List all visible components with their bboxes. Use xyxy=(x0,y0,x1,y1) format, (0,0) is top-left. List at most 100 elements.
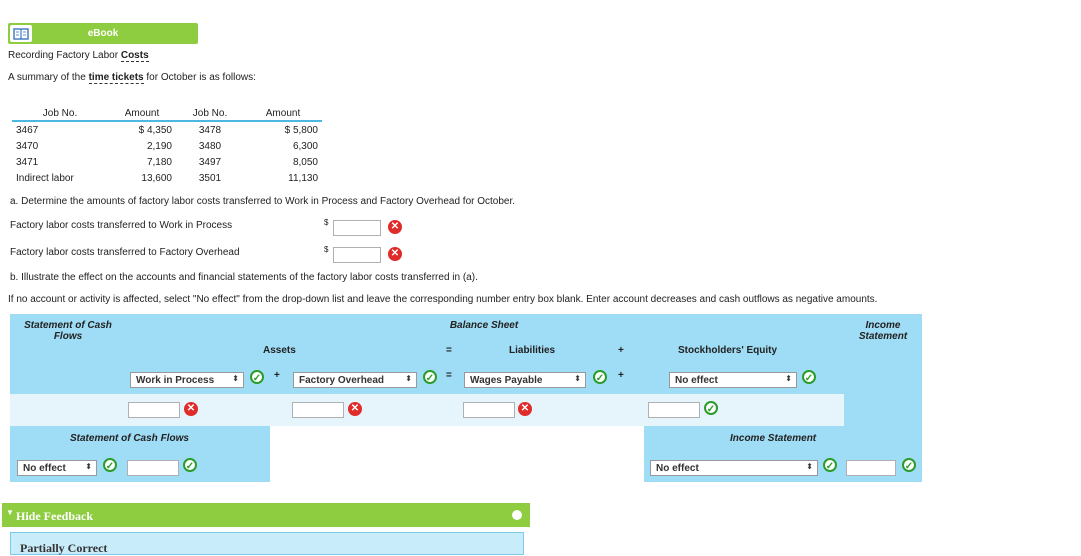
currency-symbol: $ xyxy=(324,218,329,227)
income-statement-select[interactable]: No effect ⬍ xyxy=(650,460,818,476)
select-arrow-icon: ⬍ xyxy=(405,374,412,383)
cell: 3501 xyxy=(198,172,222,184)
time-tickets-table: Job No. Amount Job No. Amount 3467 $ 4,3… xyxy=(12,106,322,186)
costs-glossary-link[interactable]: Costs xyxy=(120,50,149,62)
x-icon: ✕ xyxy=(388,220,402,234)
x-icon: ✕ xyxy=(184,402,198,416)
cell: 7,180 xyxy=(146,156,172,168)
table-row: Indirect labor 13,600 3501 11,130 xyxy=(12,170,322,186)
feedback-panel: Partially Correct xyxy=(10,532,524,555)
balance-sheet-header: Balance Sheet xyxy=(449,320,519,331)
title-text: Recording Factory Labor xyxy=(8,50,121,61)
cell: 13,600 xyxy=(141,172,172,184)
check-icon: ✓ xyxy=(902,458,916,472)
select-value: Wages Payable xyxy=(470,375,543,386)
fo-label: Factory labor costs transferred to Facto… xyxy=(10,247,240,258)
feedback-status: Partially Correct xyxy=(20,541,108,555)
select-arrow-icon: ⬍ xyxy=(574,374,581,383)
ebook-button[interactable]: eBook xyxy=(8,23,198,44)
plus-sign: + xyxy=(618,345,624,356)
equity-account-select[interactable]: No effect ⬍ xyxy=(669,372,797,388)
summary-prefix: A summary of the xyxy=(8,72,89,83)
hide-feedback-toggle[interactable]: ▼ Hide Feedback xyxy=(2,503,530,527)
cell: 3467 xyxy=(16,124,39,136)
equity-label: Stockholders' Equity xyxy=(678,345,778,356)
hide-feedback-label: Hide Feedback xyxy=(16,509,93,523)
income-bottom-header: Income Statement xyxy=(730,433,817,444)
problem-title: Recording Factory Labor Costs xyxy=(8,50,149,62)
cell: 3497 xyxy=(198,156,222,168)
fo-amount-input[interactable] xyxy=(333,247,381,263)
equals-sign: = xyxy=(446,345,452,356)
col-header: Job No. xyxy=(176,106,244,122)
check-icon: ✓ xyxy=(423,370,437,384)
x-icon: ✕ xyxy=(348,402,362,416)
currency-symbol: $ xyxy=(324,245,329,254)
cell: $ 4,350 xyxy=(138,124,172,136)
cash-flow-activity-select[interactable]: No effect ⬍ xyxy=(17,460,97,476)
liabilities-label: Liabilities xyxy=(509,345,556,356)
cell: 3480 xyxy=(198,140,222,152)
col-header: Amount xyxy=(244,106,322,122)
cell: 2,190 xyxy=(146,140,172,152)
cell: 6,300 xyxy=(292,140,318,152)
asset-account-select-2[interactable]: Factory Overhead ⬍ xyxy=(293,372,417,388)
cell: 11,130 xyxy=(288,172,318,184)
cell: 3471 xyxy=(16,156,39,168)
wip-label: Factory labor costs transferred to Work … xyxy=(10,220,233,231)
equals-sign: = xyxy=(446,370,452,381)
pencil-icon xyxy=(512,510,522,520)
cell: $ 5,800 xyxy=(284,124,318,136)
check-icon: ✓ xyxy=(250,370,264,384)
part-a-instruction: a. Determine the amounts of factory labo… xyxy=(10,196,516,207)
table-row: 3470 2,190 3480 6,300 xyxy=(12,138,322,154)
check-icon: ✓ xyxy=(823,458,837,472)
cell: Indirect labor xyxy=(16,172,74,184)
select-arrow-icon: ⬍ xyxy=(232,374,239,383)
table-header-row: Job No. Amount Job No. Amount xyxy=(12,106,322,122)
check-icon: ✓ xyxy=(704,401,718,415)
check-icon: ✓ xyxy=(183,458,197,472)
summary-text: A summary of the time tickets for Octobe… xyxy=(8,72,256,84)
select-value: No effect xyxy=(675,375,718,386)
equity-amount-input[interactable] xyxy=(648,402,700,418)
ebook-label: eBook xyxy=(87,28,119,39)
check-icon: ✓ xyxy=(103,458,117,472)
part-b-note: If no account or activity is affected, s… xyxy=(8,294,878,305)
cash-flow-amount-input[interactable] xyxy=(127,460,179,476)
part-b-instruction: b. Illustrate the effect on the accounts… xyxy=(10,272,478,283)
select-value: No effect xyxy=(656,463,699,474)
cell: 3470 xyxy=(16,140,39,152)
select-value: No effect xyxy=(23,463,66,474)
asset-account-select-1[interactable]: Work in Process ⬍ xyxy=(130,372,244,388)
cell: 8,050 xyxy=(292,156,318,168)
income-statement-header: Income Statement xyxy=(858,320,908,342)
assets-label: Assets xyxy=(263,345,296,356)
select-arrow-icon: ⬍ xyxy=(806,462,813,471)
asset-amount-input-2[interactable] xyxy=(292,402,344,418)
summary-suffix: for October is as follows: xyxy=(143,72,256,83)
plus-sign: + xyxy=(274,370,280,381)
col-header: Job No. xyxy=(12,106,108,122)
select-arrow-icon: ⬍ xyxy=(85,462,92,471)
income-amount-input[interactable] xyxy=(846,460,896,476)
cash-flows-header: Statement of Cash Flows xyxy=(24,320,112,342)
liability-amount-input[interactable] xyxy=(463,402,515,418)
plus-sign: + xyxy=(618,370,624,381)
col-header: Amount xyxy=(108,106,176,122)
wip-amount-input[interactable] xyxy=(333,220,381,236)
select-value: Work in Process xyxy=(136,375,215,386)
x-icon: ✕ xyxy=(518,402,532,416)
table-row: 3471 7,180 3497 8,050 xyxy=(12,154,322,170)
triangle-down-icon: ▼ xyxy=(6,508,14,517)
cell: 3478 xyxy=(198,124,222,136)
select-value: Factory Overhead xyxy=(299,375,385,386)
x-icon: ✕ xyxy=(388,247,402,261)
liability-account-select[interactable]: Wages Payable ⬍ xyxy=(464,372,586,388)
asset-amount-input-1[interactable] xyxy=(128,402,180,418)
cash-flows-bottom-header: Statement of Cash Flows xyxy=(70,433,189,444)
time-tickets-glossary-link[interactable]: time tickets xyxy=(88,72,144,84)
select-arrow-icon: ⬍ xyxy=(785,374,792,383)
check-icon: ✓ xyxy=(593,370,607,384)
table-row: 3467 $ 4,350 3478 $ 5,800 xyxy=(12,121,322,138)
